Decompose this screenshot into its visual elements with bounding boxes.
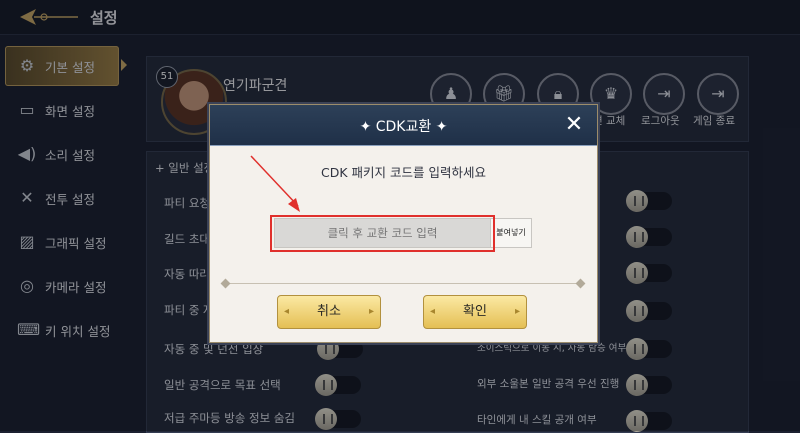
sparkle-icon: ✦ [359, 119, 376, 135]
input-highlight-box [270, 215, 495, 252]
cdk-exchange-dialog: ✦ CDK교환 ✦ ✕ CDK 패키지 코드를 입력하세요 붙여넣기 취소 확인 [209, 104, 598, 343]
divider-ornament [220, 278, 231, 289]
cancel-button[interactable]: 취소 [277, 295, 381, 329]
dialog-prompt: CDK 패키지 코드를 입력하세요 [321, 165, 486, 180]
dialog-title-text: CDK교환 [375, 119, 432, 135]
confirm-button[interactable]: 확인 [423, 295, 527, 329]
divider-ornament [575, 278, 586, 289]
dialog-title: ✦ CDK교환 ✦ [210, 116, 597, 136]
divider [224, 283, 583, 284]
close-button[interactable]: ✕ [562, 113, 586, 137]
dialog-header: ✦ CDK교환 ✦ ✕ [210, 105, 597, 146]
paste-button[interactable]: 붙여넣기 [490, 218, 532, 248]
close-icon: ✕ [564, 112, 584, 137]
sparkle-icon: ✦ [431, 119, 448, 135]
